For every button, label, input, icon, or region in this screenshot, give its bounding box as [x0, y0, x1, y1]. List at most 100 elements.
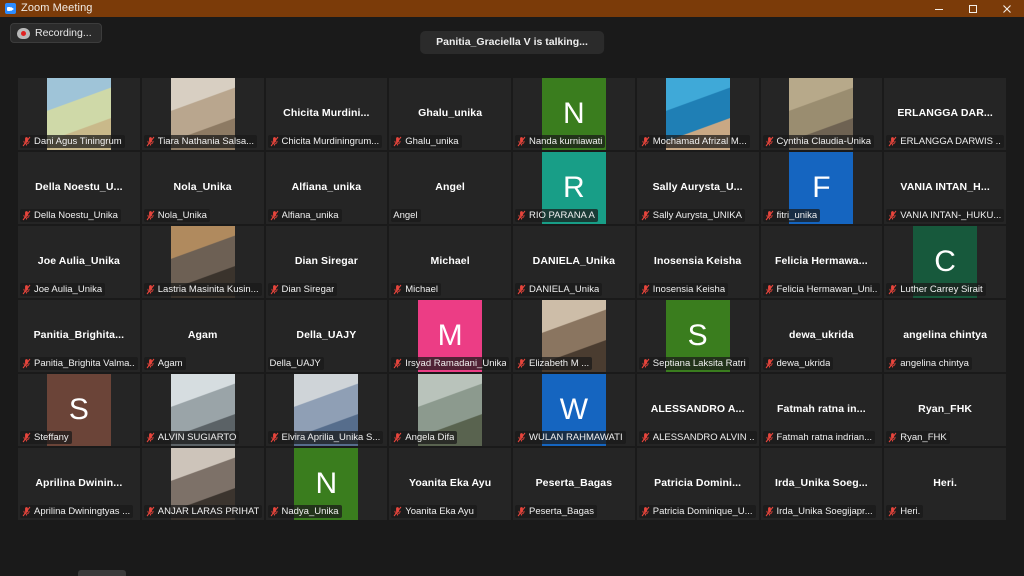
participant-tile[interactable]: Fatmah ratna in... Fatmah ratna indrian..…	[760, 374, 883, 446]
participant-name-strip: DANIELA_Unika	[515, 283, 603, 296]
mic-muted-icon	[22, 358, 31, 369]
participant-display-name: Patricia Domini...	[654, 477, 742, 490]
mic-muted-icon	[765, 506, 773, 517]
participant-tile[interactable]: N Nanda kurniawati	[513, 78, 635, 150]
participant-display-name: Yoanita Eka Ayu	[409, 477, 492, 490]
participant-tile[interactable]: Joe Aulia_Unika Joe Aulia_Unika	[18, 226, 140, 298]
participant-name-strip: Dani Agus Tiningrum	[20, 135, 125, 148]
participant-display-name: Sally Aurysta_U...	[652, 181, 743, 194]
participant-tile[interactable]: Irda_Unika Soeg... Irda_Unika Soegijapr..…	[760, 448, 883, 520]
participant-tile[interactable]: Michael Michael	[389, 226, 511, 298]
participant-tile[interactable]: Elvira Aprilia_Unika S...	[265, 374, 388, 446]
participant-tile[interactable]: R RIO PARANA A	[513, 152, 635, 224]
avatar-initial: C	[934, 245, 956, 278]
maximize-icon[interactable]	[956, 0, 990, 17]
participant-tile[interactable]: Alfiana_unika Alfiana_unika	[265, 152, 388, 224]
participant-tile[interactable]: W WULAN RAHMAWATI	[513, 374, 635, 446]
participant-tile[interactable]: Dian Siregar Dian Siregar	[265, 226, 388, 298]
participant-tile[interactable]: Heri. Heri.	[884, 448, 1006, 520]
participant-tile[interactable]: Elizabeth M ...	[513, 300, 635, 372]
participant-name-strip: Yoanita Eka Ayu	[391, 505, 477, 518]
mic-muted-icon	[641, 506, 650, 517]
participant-gallery: Dani Agus Tiningrum Tiara Nathania Salsa.…	[18, 78, 1006, 520]
participant-name-strip: Ghalu_unika	[391, 135, 462, 148]
participant-name-label: Lastria Masinita Kusin...	[157, 284, 259, 295]
participant-tile[interactable]: ANJAR LARAS PRIHAT...	[141, 448, 264, 520]
participant-name-strip: Cynthia Claudia-Unika	[762, 135, 875, 148]
participant-tile[interactable]: Cynthia Claudia-Unika	[760, 78, 883, 150]
participant-tile[interactable]: ALESSANDRO A... ALESSANDRO ALVIN ...	[636, 374, 759, 446]
mic-muted-icon	[641, 358, 650, 369]
mic-muted-icon	[393, 284, 402, 295]
mic-muted-icon	[765, 432, 773, 443]
meeting-toolbar[interactable]	[0, 568, 1024, 576]
participant-tile[interactable]: VANIA INTAN_H... VANIA INTAN-_HUKU...	[884, 152, 1006, 224]
participant-tile[interactable]: N Nadya_Unika	[265, 448, 388, 520]
mic-muted-icon	[888, 210, 897, 221]
participant-name-strip: Fatmah ratna indrian...	[762, 431, 876, 444]
participant-display-name: Dian Siregar	[294, 255, 358, 268]
participant-display-name: Angel	[435, 181, 465, 194]
participant-tile[interactable]: angelina chintya angelina chintya	[884, 300, 1006, 372]
participant-tile[interactable]: ERLANGGA DAR... ERLANGGA DARWIS ...	[884, 78, 1006, 150]
mic-muted-icon	[22, 136, 31, 147]
participant-name-strip: Patricia Dominique_U...	[638, 505, 756, 518]
participant-tile[interactable]: S Septiana Laksita Ratri	[636, 300, 759, 372]
participant-tile[interactable]: S Steffany	[18, 374, 140, 446]
participant-name-label: Inosensia Keisha	[652, 284, 726, 295]
participant-name-strip: ERLANGGA DARWIS ...	[886, 135, 1004, 148]
participant-name-label: Peserta_Bagas	[529, 506, 594, 517]
participant-tile[interactable]: Chicita Murdini... Chicita Murdiningrum..…	[265, 78, 388, 150]
participant-name-strip: Irsyad Ramadani_Unika	[391, 357, 509, 370]
participant-tile[interactable]: Angel Angel	[389, 152, 511, 224]
toolbar-active-item[interactable]	[78, 570, 126, 576]
close-icon[interactable]	[990, 0, 1024, 17]
mic-muted-icon	[888, 284, 897, 295]
mic-muted-icon	[146, 432, 155, 443]
mic-muted-icon	[270, 210, 278, 221]
participant-tile[interactable]: Ryan_FHK Ryan_FHK	[884, 374, 1006, 446]
participant-tile[interactable]: Panitia_Brighita... Panitia_Brighita Valm…	[18, 300, 140, 372]
participant-tile[interactable]: Agam Agam	[141, 300, 264, 372]
participant-tile[interactable]: Della_UAJY Della_UAJY	[265, 300, 388, 372]
participant-tile[interactable]: Nola_Unika Nola_Unika	[141, 152, 264, 224]
participant-name-label: RIO PARANA A	[529, 210, 595, 221]
participant-tile[interactable]: M Irsyad Ramadani_Unika	[389, 300, 511, 372]
participant-name-label: Yoanita Eka Ayu	[405, 506, 474, 517]
participant-name-label: Tiara Nathania Salsa...	[157, 136, 255, 147]
participant-tile[interactable]: DANIELA_Unika DANIELA_Unika	[513, 226, 635, 298]
participant-tile[interactable]: Lastria Masinita Kusin...	[141, 226, 264, 298]
participant-tile[interactable]: Aprilina Dwinin... Aprilina Dwiningtyas .…	[18, 448, 140, 520]
participant-tile[interactable]: ALVIN SUGIARTO	[141, 374, 264, 446]
participant-tile[interactable]: Angela Difa	[389, 374, 511, 446]
participant-tile[interactable]: Felicia Hermawa... Felicia Hermawan_Uni..…	[760, 226, 883, 298]
recording-indicator-button[interactable]: Recording...	[10, 23, 102, 43]
participant-name-label: ANJAR LARAS PRIHAT...	[157, 506, 259, 517]
minimize-icon[interactable]	[922, 0, 956, 17]
participant-tile[interactable]: Sally Aurysta_U... Sally Aurysta_UNIKA	[636, 152, 759, 224]
participant-name-label: Della Noestu_Unika	[34, 210, 118, 221]
window-titlebar: Zoom Meeting	[0, 0, 1024, 17]
participant-tile[interactable]: Dani Agus Tiningrum	[18, 78, 140, 150]
participant-tile[interactable]: C Luther Carrey Sirait	[884, 226, 1006, 298]
participant-display-name: Joe Aulia_Unika	[37, 255, 120, 268]
mic-muted-icon	[888, 136, 897, 147]
participant-display-name: Ryan_FHK	[918, 403, 973, 416]
participant-tile[interactable]: Yoanita Eka Ayu Yoanita Eka Ayu	[389, 448, 511, 520]
participant-tile[interactable]: Peserta_Bagas Peserta_Bagas	[513, 448, 635, 520]
participant-display-name: angelina chintya	[903, 329, 988, 342]
participant-tile[interactable]: dewa_ukrida dewa_ukrida	[760, 300, 883, 372]
participant-name-strip: Alfiana_unika	[267, 209, 342, 222]
participant-name-label: Ghalu_unika	[405, 136, 459, 147]
participant-name-label: Nanda kurniawati	[529, 136, 603, 147]
participant-tile[interactable]: Patricia Domini... Patricia Dominique_U..…	[636, 448, 759, 520]
participant-tile[interactable]: Mochamad Afrizal M...	[636, 78, 759, 150]
participant-tile[interactable]: Inosensia Keisha Inosensia Keisha	[636, 226, 759, 298]
participant-tile[interactable]: Della Noestu_U... Della Noestu_Unika	[18, 152, 140, 224]
participant-tile[interactable]: Tiara Nathania Salsa...	[141, 78, 264, 150]
participant-name-strip: Elvira Aprilia_Unika S...	[267, 431, 384, 444]
participant-name-label: Irsyad Ramadani_Unika	[405, 358, 506, 369]
participant-tile[interactable]: Ffitri_unika	[760, 152, 883, 224]
participant-tile[interactable]: Ghalu_unika Ghalu_unika	[389, 78, 511, 150]
mic-muted-icon	[393, 358, 402, 369]
